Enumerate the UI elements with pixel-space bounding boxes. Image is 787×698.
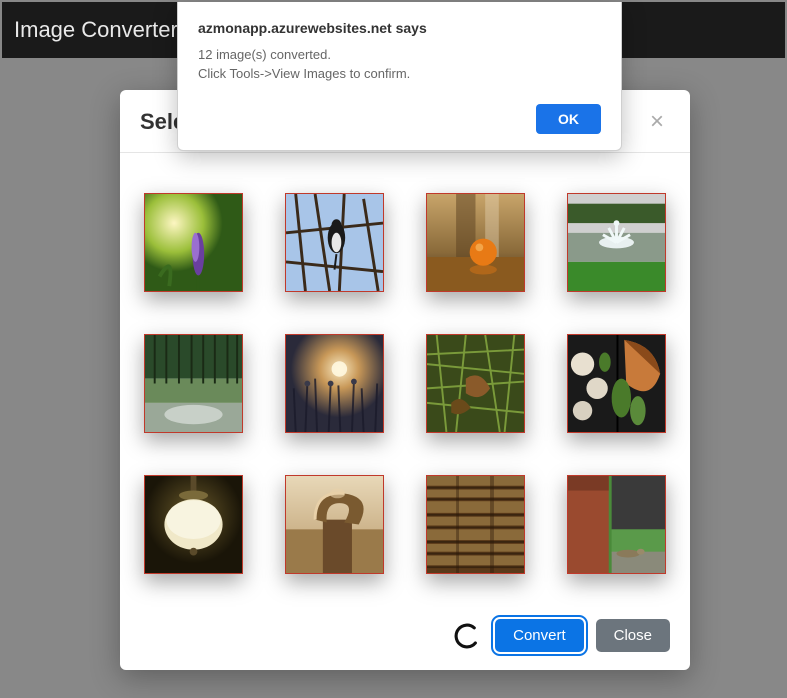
alert-message: 12 image(s) converted. Click Tools->View… (198, 46, 601, 84)
thumbnail-ceiling-lamp[interactable] (144, 475, 243, 574)
loading-spinner-icon (453, 622, 481, 650)
select-images-modal: Sele × (120, 90, 690, 670)
alert-ok-button[interactable]: OK (536, 104, 601, 134)
alert-line-1: 12 image(s) converted. (198, 46, 601, 65)
thumbnail-forest-stream[interactable] (144, 334, 243, 433)
thumbnail-leaves-ground[interactable] (426, 334, 525, 433)
thumbnail-fountain-lawn[interactable] (567, 193, 666, 292)
thumbnail-orange-on-table[interactable] (426, 193, 525, 292)
thumbnail-wooden-handle[interactable] (285, 475, 384, 574)
thumbnail-grid (120, 153, 690, 605)
thumbnail-food-platter[interactable] (567, 334, 666, 433)
thumbnail-sunset-grass[interactable] (285, 334, 384, 433)
alert-actions: OK (198, 104, 601, 134)
modal-close-button[interactable]: × (644, 108, 670, 136)
convert-button[interactable]: Convert (495, 619, 584, 652)
thumbnail-bird-on-branch[interactable] (285, 193, 384, 292)
thumbnail-stacked-wood[interactable] (426, 475, 525, 574)
alert-title: azmonapp.azurewebsites.net says (198, 20, 601, 36)
js-alert-dialog: azmonapp.azurewebsites.net says 12 image… (177, 2, 622, 151)
close-button[interactable]: Close (596, 619, 670, 652)
app-title: Image Converter (14, 17, 178, 43)
modal-footer: Convert Close (120, 605, 690, 670)
thumbnail-lizard-brick[interactable] (567, 475, 666, 574)
alert-line-2: Click Tools->View Images to confirm. (198, 65, 601, 84)
thumbnail-purple-flower[interactable] (144, 193, 243, 292)
